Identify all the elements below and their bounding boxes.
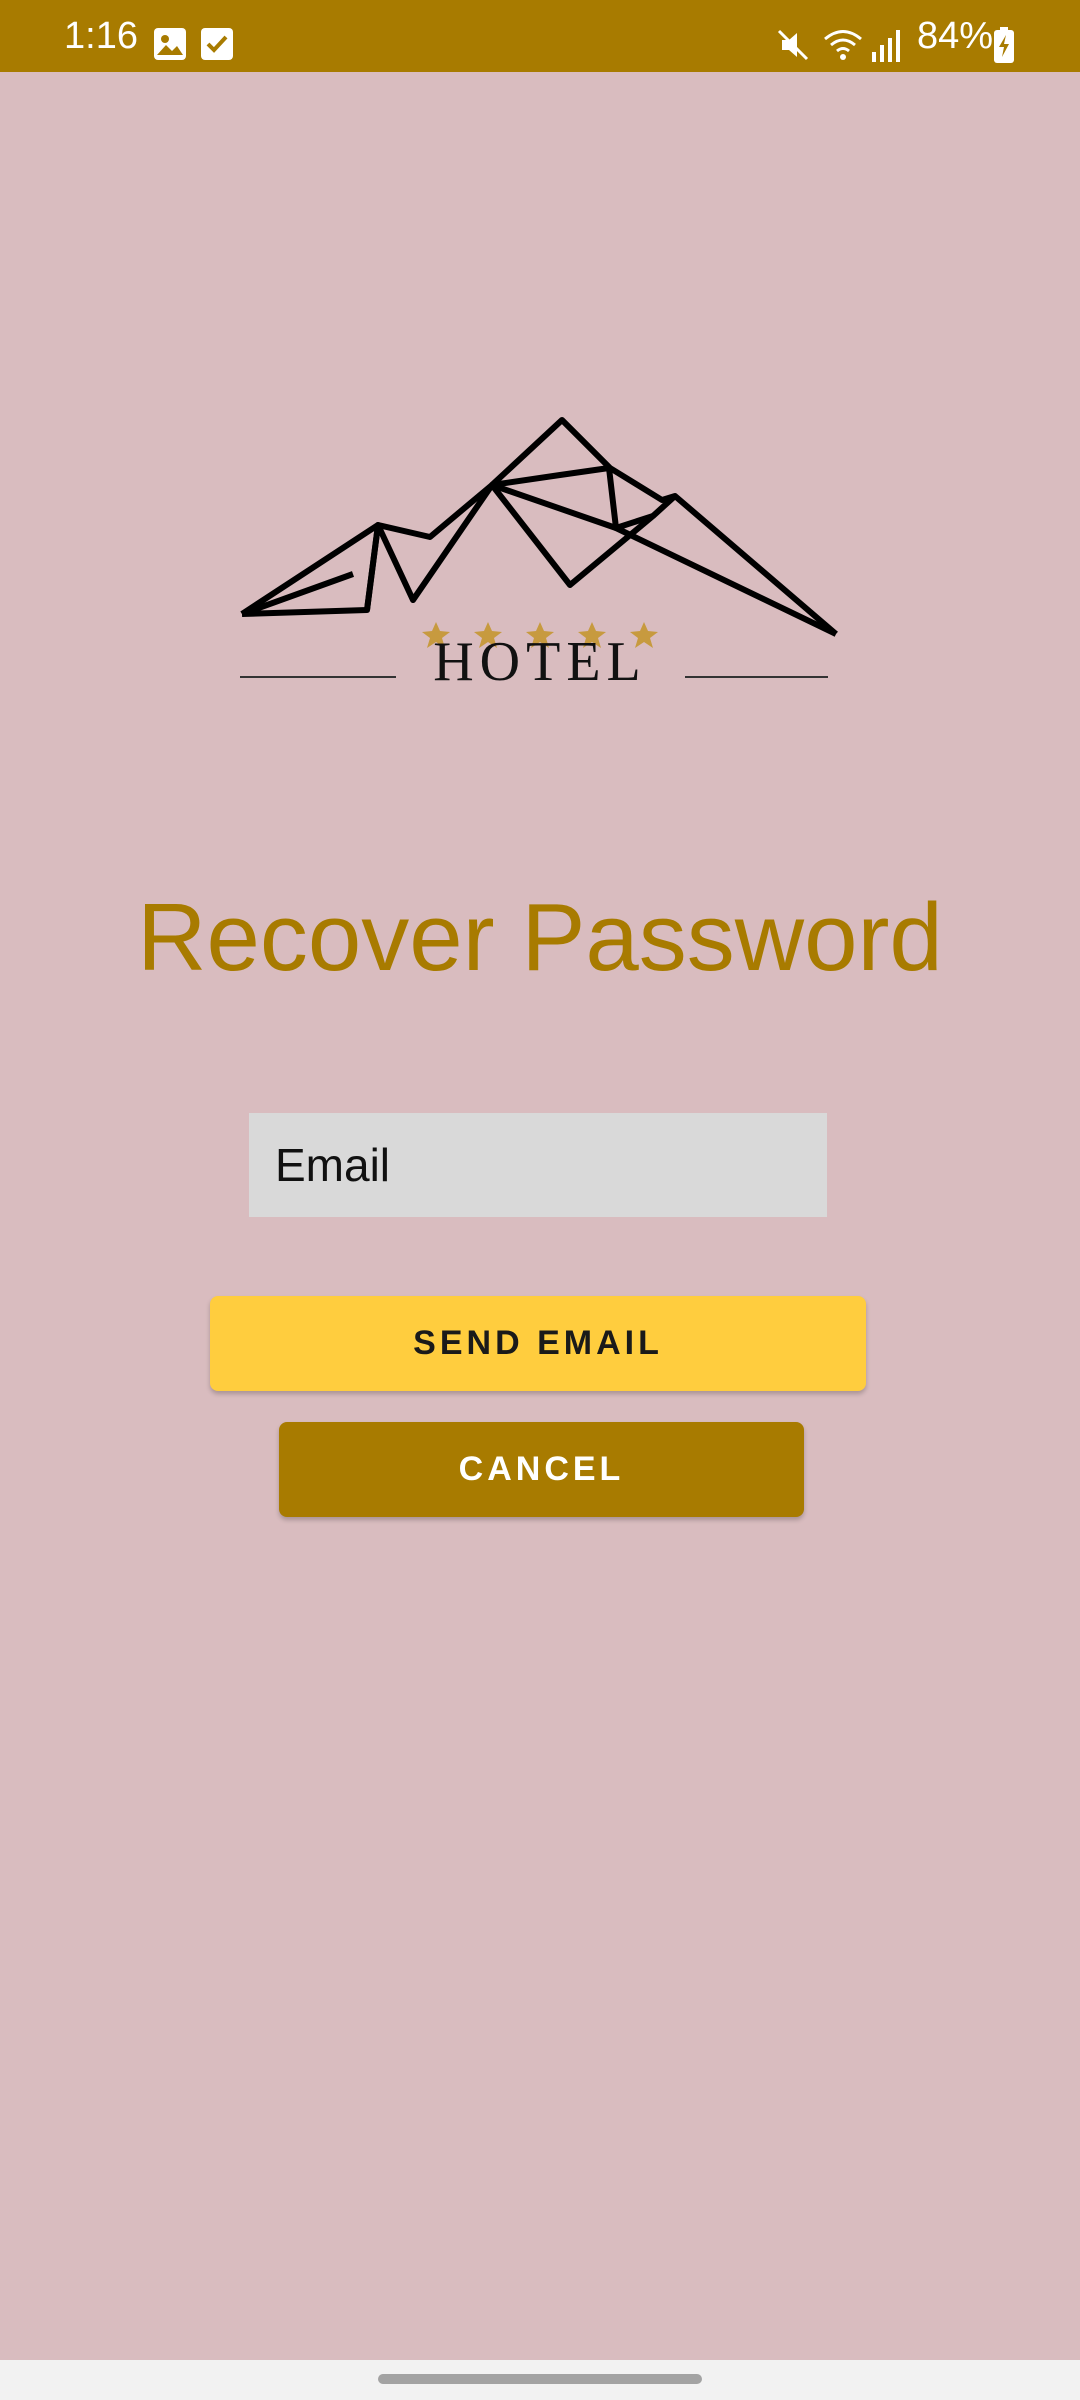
battery-charging-icon (994, 27, 1014, 63)
send-email-button[interactable]: SEND EMAIL (210, 1296, 866, 1391)
status-time: 1:16 (64, 15, 138, 57)
mute-icon (777, 29, 809, 61)
home-gesture-handle[interactable] (378, 2374, 702, 2384)
hotel-logo: HOTEL (230, 412, 850, 712)
battery-percent: 84% (917, 15, 994, 57)
screen: HOTEL Recover Password SEND EMAIL CANCEL (0, 72, 1080, 2360)
email-field[interactable] (249, 1113, 827, 1217)
signal-icon (872, 30, 900, 62)
logo-text: HOTEL (433, 631, 647, 693)
cancel-button[interactable]: CANCEL (279, 1422, 804, 1517)
navigation-bar (0, 2360, 1080, 2400)
page-title: Recover Password (137, 884, 943, 991)
image-icon (154, 28, 186, 60)
checkbox-icon (201, 28, 233, 60)
wifi-icon (824, 30, 862, 60)
status-bar: 1:16 84% (0, 0, 1080, 72)
